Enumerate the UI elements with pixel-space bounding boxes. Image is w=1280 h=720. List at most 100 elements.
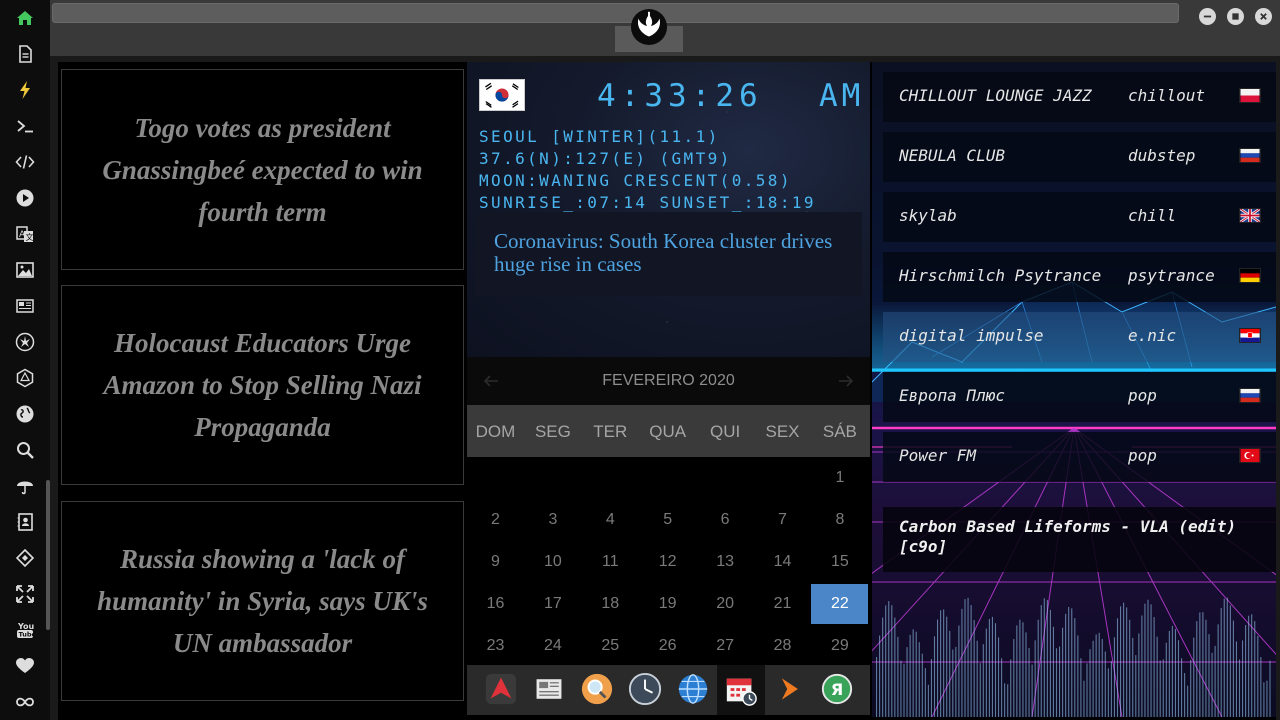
media-player-icon[interactable] (771, 671, 807, 707)
visualizer-bar (1217, 624, 1219, 717)
visualizer-bar (998, 637, 1000, 717)
visualizer-bar (970, 605, 972, 717)
visualizer-bar (1135, 655, 1137, 717)
calendar-day[interactable]: 10 (524, 542, 581, 582)
translate-icon[interactable]: A文 (14, 223, 36, 245)
yandex-icon[interactable]: Я (819, 671, 855, 707)
news-item[interactable]: Russia showing a 'lack of humanity' in S… (61, 501, 464, 701)
station-item[interactable]: Европа Плюс pop (883, 372, 1276, 422)
visualizer-bar (1220, 607, 1222, 717)
calendar-day[interactable]: 26 (639, 626, 696, 666)
image-icon[interactable] (14, 259, 36, 281)
home-icon[interactable] (14, 7, 36, 29)
heart-icon[interactable] (14, 655, 36, 677)
globe-icon[interactable] (14, 403, 36, 425)
diamond-link-icon[interactable] (14, 547, 36, 569)
clock-headline[interactable]: Coronavirus: South Korea cluster drives … (475, 212, 862, 296)
terminal-icon[interactable] (14, 115, 36, 137)
next-month-button[interactable] (834, 369, 858, 393)
clock-icon[interactable] (627, 671, 663, 707)
calendar-day[interactable]: 6 (697, 500, 754, 540)
news-item[interactable]: Holocaust Educators Urge Amazon to Stop … (61, 285, 464, 485)
maximize-button[interactable] (1227, 8, 1244, 25)
contacts-icon[interactable] (14, 511, 36, 533)
visualizer-bar (1171, 625, 1173, 717)
lightning-icon[interactable] (14, 79, 36, 101)
visualizer-bar (1129, 619, 1131, 717)
address-bar[interactable] (52, 3, 1179, 23)
calendar-day[interactable]: 17 (524, 584, 581, 624)
minimize-button[interactable] (1199, 8, 1216, 25)
clock-location: SEOUL [WINTER](11.1) (479, 127, 720, 146)
calendar-header: FEVEREIRO 2020 (467, 357, 870, 405)
calendar-day[interactable]: 12 (639, 542, 696, 582)
news-item[interactable]: Togo votes as president Gnassingbeé expe… (61, 69, 464, 270)
app-launcher-icon[interactable] (483, 671, 519, 707)
calendar-day[interactable]: 7 (754, 500, 811, 540)
search-icon[interactable] (14, 439, 36, 461)
visualizer-bar (1068, 606, 1070, 717)
infinity-icon[interactable] (14, 691, 36, 713)
magnifier-icon[interactable] (579, 671, 615, 707)
calendar-day[interactable]: 9 (467, 542, 524, 582)
uk-flag (1239, 208, 1261, 223)
station-item[interactable]: skylab chill (883, 192, 1276, 242)
calendar-day-today[interactable]: 22 (811, 584, 869, 624)
calendar-day[interactable]: 8 (811, 500, 868, 540)
station-item[interactable]: Power FM pop (883, 432, 1276, 482)
document-icon[interactable] (14, 43, 36, 65)
station-item[interactable]: NEBULA CLUB dubstep (883, 132, 1276, 182)
calendar-day[interactable]: 25 (582, 626, 639, 666)
calendar-day[interactable]: 28 (754, 626, 811, 666)
station-genre: pop (1128, 446, 1157, 465)
calendar-day[interactable]: 14 (754, 542, 811, 582)
visualizer-bar (1065, 613, 1067, 717)
youtube-icon[interactable]: You Tube (14, 619, 36, 641)
visualizer-bar (879, 635, 881, 717)
calendar-day[interactable]: 11 (582, 542, 639, 582)
close-button[interactable] (1255, 8, 1272, 25)
newspaper-icon[interactable] (14, 295, 36, 317)
news-reader-icon[interactable] (531, 671, 567, 707)
calendar-day[interactable]: 23 (467, 626, 524, 666)
calendar-day[interactable]: 29 (811, 626, 868, 666)
rebel-alliance-icon[interactable] (14, 331, 36, 353)
calendar-day[interactable]: 2 (467, 500, 524, 540)
calendar-day[interactable]: 1 (811, 458, 868, 498)
calendar-day[interactable]: 15 (811, 542, 868, 582)
calendar-day[interactable]: 21 (754, 584, 811, 624)
calendar: FEVEREIRO 2020 DOM SEG TER QUA QUI SEX SÁB 123… (467, 357, 870, 665)
visualizer-bar (1101, 638, 1103, 717)
visualizer-bar (1010, 659, 1012, 717)
germany-flag (1239, 268, 1261, 283)
calendar-day[interactable]: 3 (524, 500, 581, 540)
station-item[interactable]: Hirschmilch Psytrance psytrance (883, 252, 1276, 302)
browser-globe-icon[interactable] (675, 671, 711, 707)
calendar-day[interactable]: 16 (467, 584, 524, 624)
visualizer-bar (946, 616, 948, 717)
app-dock: Я (467, 665, 870, 715)
russia-flag (1239, 388, 1261, 403)
fullscreen-icon[interactable] (14, 583, 36, 605)
calendar-weekday-row: DOM SEG TER QUA QUI SEX SÁB (467, 405, 870, 457)
calendar-day[interactable]: 20 (697, 584, 754, 624)
umbrella-icon[interactable] (14, 475, 36, 497)
calendar-day[interactable]: 27 (697, 626, 754, 666)
station-item[interactable]: CHILLOUT LOUNGE JAZZ chillout (883, 72, 1276, 122)
calendar-day[interactable]: 13 (697, 542, 754, 582)
calendar-day[interactable]: 24 (524, 626, 581, 666)
calendar-day[interactable]: 5 (639, 500, 696, 540)
calendar-month-title: FEVEREIRO 2020 (602, 372, 735, 389)
visualizer-bar (903, 663, 905, 717)
calendar-day[interactable]: 4 (582, 500, 639, 540)
play-icon[interactable] (14, 187, 36, 209)
visualizer-bar (1251, 614, 1253, 717)
calendar-day[interactable]: 18 (582, 584, 639, 624)
visualizer-bar (915, 631, 917, 717)
calendar-app-icon[interactable] (717, 665, 765, 715)
empire-icon[interactable] (14, 367, 36, 389)
code-icon[interactable] (14, 151, 36, 173)
station-item[interactable]: digital impulse e.nic (883, 312, 1276, 362)
calendar-day[interactable]: 19 (639, 584, 696, 624)
visualizer-bar (1141, 615, 1143, 717)
